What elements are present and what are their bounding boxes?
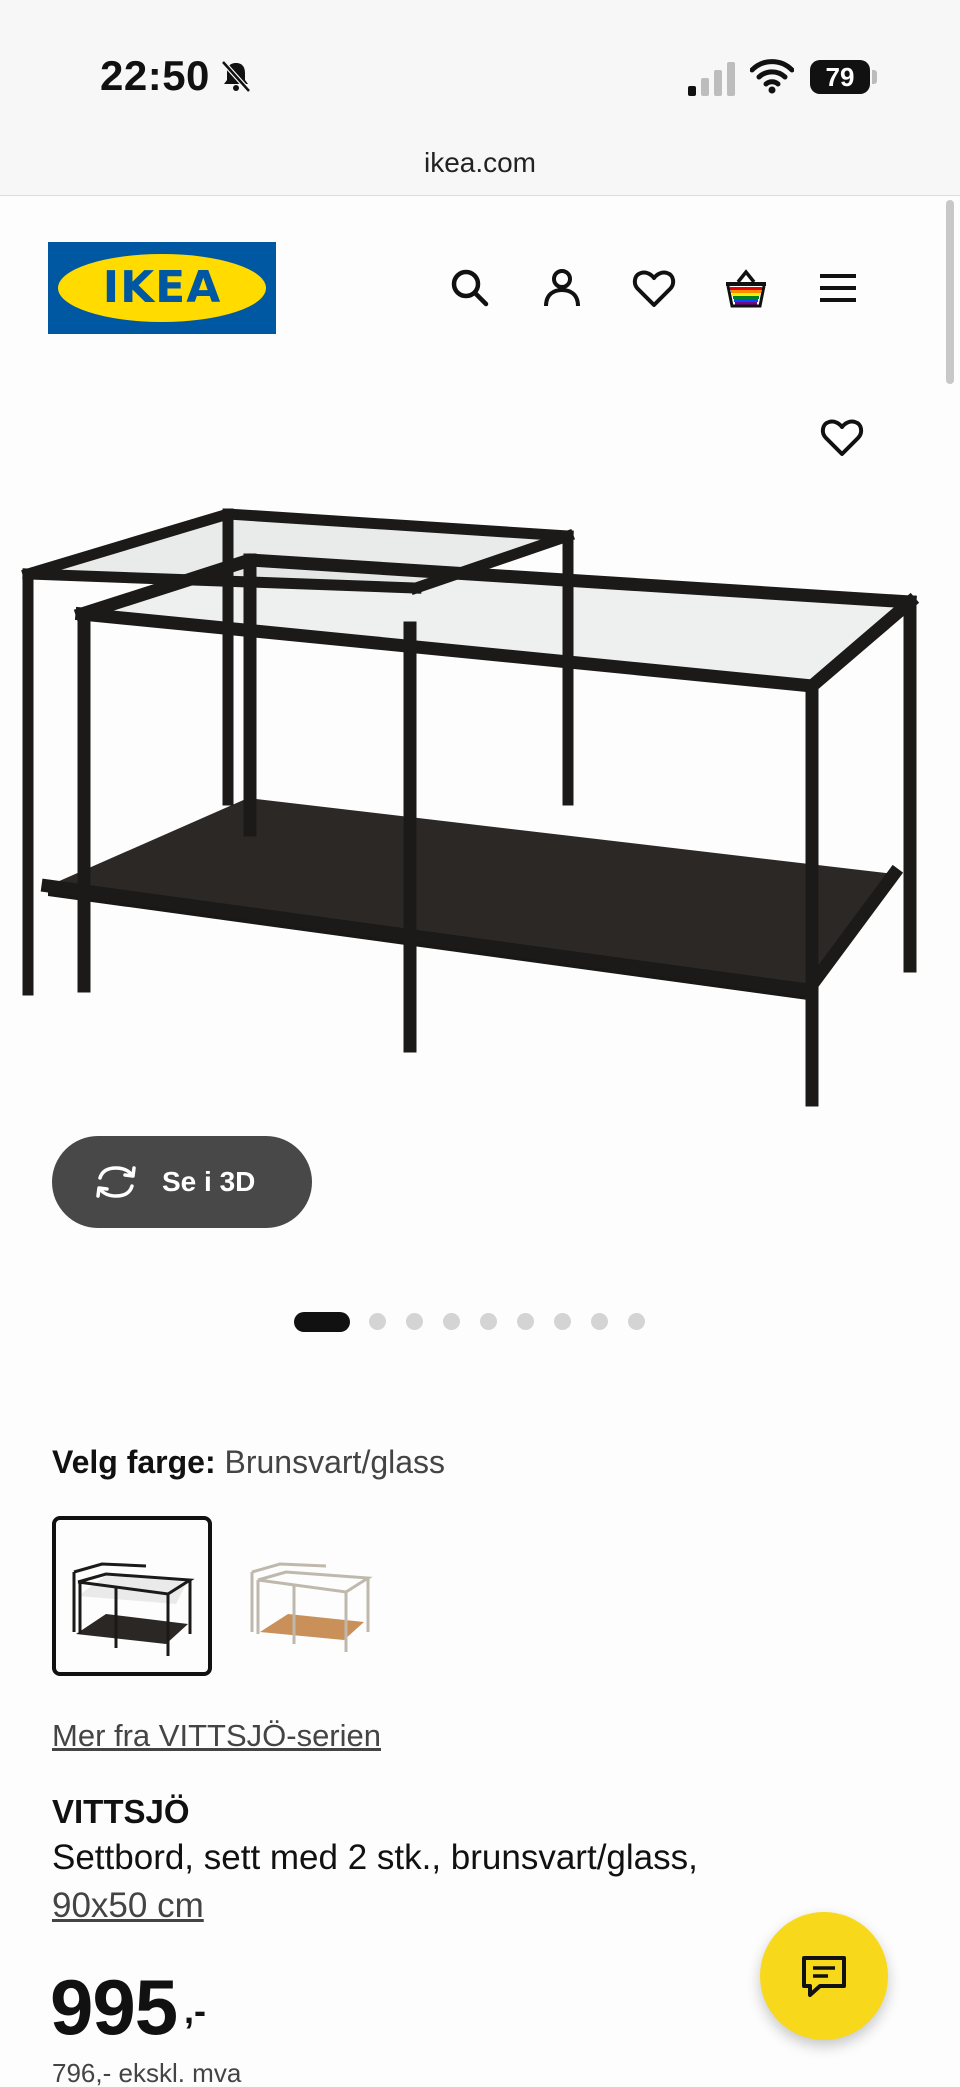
- rotate-3d-icon: [96, 1166, 136, 1198]
- add-to-wishlist-icon[interactable]: [818, 414, 866, 460]
- series-link[interactable]: Mer fra VITTSJÖ-serien: [52, 1718, 381, 1754]
- swatch-dark-image: [72, 1562, 195, 1656]
- cellular-signal-icon: [688, 62, 735, 96]
- product-image[interactable]: [0, 490, 960, 1130]
- color-label: Velg farge:: [52, 1444, 216, 1480]
- image-pager: [0, 1310, 960, 1332]
- product-price: 995: [50, 1963, 178, 2051]
- product-size-link[interactable]: 90x50 cm: [52, 1886, 204, 1926]
- basket-icon[interactable]: [722, 264, 770, 312]
- menu-icon[interactable]: [814, 264, 862, 312]
- product-description: Settbord, sett med 2 stk., brunsvart/gla…: [52, 1838, 698, 1877]
- ikea-logo[interactable]: IKEA: [48, 242, 276, 334]
- pager-dot[interactable]: [517, 1313, 534, 1330]
- view-in-3d-label: Se i 3D: [162, 1166, 256, 1197]
- search-icon[interactable]: [446, 264, 494, 312]
- chat-button[interactable]: [760, 1912, 888, 2040]
- battery-tip: [872, 70, 877, 84]
- pager-dot[interactable]: [554, 1313, 571, 1330]
- url-text: ikea.com: [423, 147, 537, 178]
- logo-text: IKEA: [102, 262, 222, 313]
- status-bar: 22:50 79: [0, 0, 960, 130]
- chat-icon: [802, 1956, 846, 1997]
- status-time: 22:50: [100, 52, 210, 99]
- page-scrollbar[interactable]: [946, 200, 954, 384]
- heart-icon[interactable]: [630, 264, 678, 312]
- price-excl-vat: 796,- ekskl. mva: [52, 2058, 242, 2087]
- pager-dot[interactable]: [443, 1313, 460, 1330]
- pager-dot[interactable]: [628, 1313, 645, 1330]
- color-swatch-white[interactable]: [236, 1516, 396, 1676]
- url-bar[interactable]: ikea.com: [0, 130, 960, 196]
- color-selection: Velg farge: Brunsvart/glass: [52, 1444, 445, 1481]
- bell-muted-icon: [221, 60, 251, 93]
- battery-level: 79: [810, 60, 870, 94]
- color-value: Brunsvart/glass: [224, 1444, 446, 1480]
- pager-dot[interactable]: [480, 1313, 497, 1330]
- product-name: VITTSJÖ: [52, 1793, 190, 1830]
- swatch-white-image: [250, 1562, 373, 1652]
- pager-dot[interactable]: [369, 1313, 386, 1330]
- color-swatch-dark[interactable]: [52, 1516, 212, 1676]
- profile-icon[interactable]: [538, 264, 586, 312]
- price-suffix: ,-: [184, 1990, 206, 2031]
- view-in-3d-button[interactable]: Se i 3D: [52, 1136, 312, 1228]
- pager-dot[interactable]: [406, 1313, 423, 1330]
- battery-indicator: 79: [810, 60, 877, 94]
- logo-oval: IKEA: [58, 254, 266, 322]
- wifi-icon: [750, 59, 794, 94]
- pager-dot[interactable]: [294, 1312, 350, 1332]
- pager-dot[interactable]: [591, 1313, 608, 1330]
